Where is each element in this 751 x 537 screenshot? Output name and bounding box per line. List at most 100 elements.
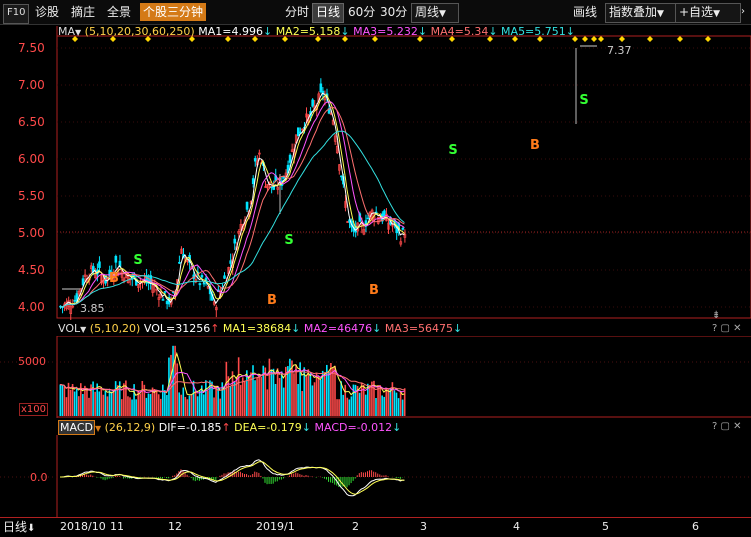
macd-chart[interactable] <box>0 435 751 517</box>
chevron-down-icon: ▼ <box>657 9 664 19</box>
volume-bar <box>104 390 107 416</box>
volume-bar <box>313 382 316 416</box>
date-label: 6 <box>692 520 699 533</box>
volume-bar <box>379 385 381 416</box>
period-30min-button[interactable]: 30分 <box>377 3 410 21</box>
volume-bar <box>323 372 326 416</box>
volume-bar <box>186 399 189 416</box>
price-tick-6: 4.50 <box>18 263 45 277</box>
three-minute-button[interactable]: 个股三分钟 <box>140 3 207 21</box>
volume-bar <box>92 381 94 416</box>
diagnose-button[interactable]: 诊股 <box>32 3 62 21</box>
date-label: 5 <box>602 520 609 533</box>
volume-bar <box>65 397 68 416</box>
volume-bar <box>385 388 388 416</box>
volume-bar <box>244 381 246 416</box>
candle-body <box>163 291 167 293</box>
sell-signal: S <box>284 233 293 248</box>
candle-body <box>114 255 118 263</box>
vol-ma2-value: MA2=46476 <box>303 322 373 335</box>
candle-body <box>401 227 405 230</box>
week-select-label: 周线 <box>415 5 440 19</box>
date-label: 3 <box>420 520 427 533</box>
volume-bar <box>86 389 88 416</box>
panorama-button[interactable]: 全景 <box>104 3 134 21</box>
week-select[interactable]: 周线▼ <box>411 3 459 23</box>
volume-bar <box>84 385 86 416</box>
ma-indicator-label[interactable]: MA <box>58 25 75 38</box>
volume-bar <box>198 390 201 416</box>
self-select-button[interactable]: +自选▼ <box>675 3 741 23</box>
volume-bar <box>305 376 308 416</box>
volume-bar <box>246 370 248 416</box>
buy-signal: B <box>109 271 119 286</box>
volume-bar <box>350 396 353 416</box>
macd-indicator-label[interactable]: MACD <box>58 420 95 435</box>
ma2-value: MA2=5.158 <box>275 25 341 38</box>
price-tick-4: 5.50 <box>18 189 45 203</box>
signal-diamond <box>591 36 597 42</box>
sell-signal: S <box>448 143 457 158</box>
footer-period-label: 日线 <box>3 520 28 534</box>
volume-bar <box>82 394 84 416</box>
volume-bar <box>61 385 64 416</box>
candle-body <box>251 178 255 184</box>
volume-bar <box>293 373 295 416</box>
volume-bar <box>397 398 400 416</box>
volume-bar <box>248 377 250 416</box>
f10-button[interactable]: F10 <box>3 4 30 24</box>
dea-value: DEA=-0.179 <box>234 421 302 434</box>
vol-indicator-label[interactable]: VOL <box>58 322 80 335</box>
candle-body <box>296 127 300 137</box>
more-icon[interactable]: › <box>738 3 748 21</box>
volume-bar <box>340 381 342 416</box>
volume-bar <box>149 394 152 416</box>
footer-period[interactable]: 日线⬇ <box>3 520 35 536</box>
volume-bar <box>346 397 349 416</box>
panel-corner-icon[interactable]: ⇟ <box>712 310 720 321</box>
volume-bar <box>227 376 230 416</box>
volume-bar <box>110 391 113 416</box>
volume-bar <box>213 397 215 416</box>
overlay-select[interactable]: 指数叠加▼ <box>605 3 677 23</box>
candle-body <box>178 262 181 264</box>
chevron-down-icon: ▼ <box>713 9 720 19</box>
volume-bar <box>162 384 164 416</box>
volume-bar <box>258 375 260 416</box>
candle-body <box>366 217 370 220</box>
macd-axis-tick: 0.0 <box>30 471 48 484</box>
signal-diamond <box>619 36 625 42</box>
volume-bar <box>278 378 281 416</box>
draw-line-button[interactable]: 画线 <box>570 3 600 21</box>
candle-body <box>288 154 292 163</box>
vol-panel-controls[interactable]: ? ▢ ✕ <box>712 323 742 334</box>
volume-bar <box>145 397 148 416</box>
volume-bar <box>239 384 242 416</box>
volume-bar <box>188 395 191 416</box>
volume-bar <box>180 394 183 416</box>
volume-bar <box>203 394 205 416</box>
volume-bar <box>328 371 330 416</box>
period-intraday-button[interactable]: 分时 <box>282 3 312 21</box>
candle-body <box>98 261 101 268</box>
buy-signal: B <box>267 293 277 308</box>
low-price-label: 3.85 <box>80 302 105 315</box>
volume-bar <box>88 397 90 416</box>
vol-axis-tick: 5000 <box>18 355 46 368</box>
period-daily-button[interactable]: 日线 <box>312 3 345 23</box>
date-label: 2 <box>352 520 359 533</box>
date-label: 11 <box>110 520 124 533</box>
volume-bar <box>369 385 371 416</box>
volume-chart[interactable] <box>0 336 751 418</box>
macd-panel-controls[interactable]: ? ▢ ✕ <box>712 421 742 432</box>
select-button[interactable]: 摘庄 <box>68 3 98 21</box>
volume-bar <box>381 395 383 416</box>
candle-body <box>202 282 206 285</box>
price-chart[interactable]: SSSSSBBBB <box>0 24 751 320</box>
date-label: 2019/1 <box>256 520 295 533</box>
period-60min-button[interactable]: 60分 <box>345 3 378 21</box>
volume-bar <box>401 399 404 416</box>
volume-bar <box>63 386 66 416</box>
volume-bar <box>139 394 142 416</box>
volume-bar <box>157 394 160 416</box>
